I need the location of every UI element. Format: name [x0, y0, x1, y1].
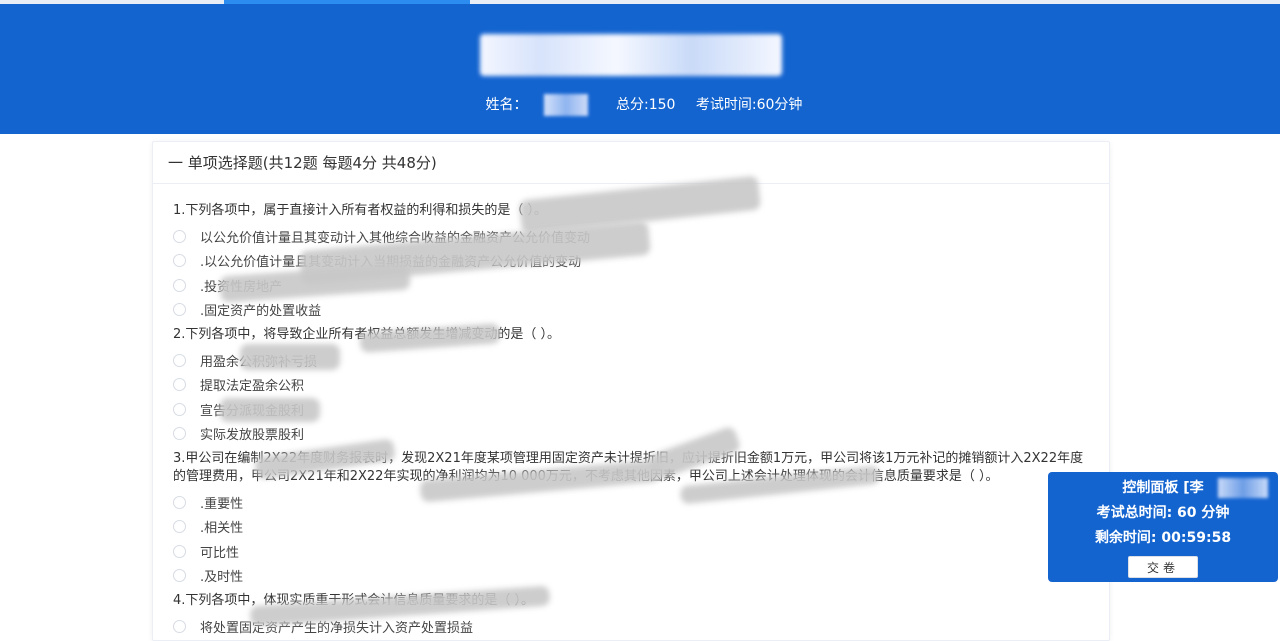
- radio-icon[interactable]: [173, 378, 186, 392]
- option-2d[interactable]: 实际发放股票股利: [173, 422, 1089, 447]
- radio-icon[interactable]: [173, 402, 186, 416]
- total-score: 总分:150: [616, 97, 676, 113]
- control-panel: 控制面板 [李 考试总时间: 60 分钟 剩余时间: 00:59:58 交卷: [1048, 472, 1278, 582]
- remaining-time-label: 剩余时间: 00:59:58: [1094, 530, 1232, 546]
- option-2b[interactable]: 提取法定盈余公积: [173, 373, 1089, 398]
- exam-meta-row: 姓名： 总分:150 考试时间:60分钟: [0, 94, 1280, 116]
- student-name: 姓名：: [478, 94, 596, 116]
- section-title: 一 单项选择题(共12题 每题4分 共48分): [153, 142, 1109, 184]
- radio-icon[interactable]: [173, 303, 186, 317]
- option-3c[interactable]: 可比性: [173, 539, 1089, 564]
- radio-icon[interactable]: [173, 353, 186, 367]
- panel-name-redaction: [1218, 478, 1268, 498]
- option-3d[interactable]: .及时性: [173, 564, 1089, 589]
- radio-icon[interactable]: [173, 229, 186, 243]
- radio-icon[interactable]: [173, 619, 186, 633]
- submit-exam-button[interactable]: 交卷: [1128, 556, 1198, 578]
- option-3b[interactable]: .相关性: [173, 515, 1089, 540]
- total-time-label: 考试总时间: 60 分钟: [1096, 505, 1230, 521]
- exam-header: 2021 姓名： 总分:150 考试时间:60分钟: [0, 4, 1280, 134]
- radio-icon[interactable]: [173, 544, 186, 558]
- radio-icon[interactable]: [173, 427, 186, 441]
- question-stem: 2.下列各项中，将导致企业所有者权益总额发生增减变动的是（ ）。: [173, 327, 561, 342]
- radio-icon[interactable]: [173, 254, 186, 268]
- radio-icon[interactable]: [173, 520, 186, 534]
- radio-icon[interactable]: [173, 278, 186, 292]
- title-redaction: [480, 34, 782, 76]
- option-3a[interactable]: .重要性: [173, 490, 1089, 515]
- text-redaction: [220, 398, 320, 422]
- text-redaction: [240, 344, 340, 370]
- radio-icon[interactable]: [173, 495, 186, 509]
- option-1d[interactable]: .固定资产的处置收益: [173, 298, 1089, 323]
- radio-icon[interactable]: [173, 569, 186, 583]
- name-redaction: [543, 94, 588, 116]
- exam-time: 考试时间:60分钟: [695, 97, 803, 113]
